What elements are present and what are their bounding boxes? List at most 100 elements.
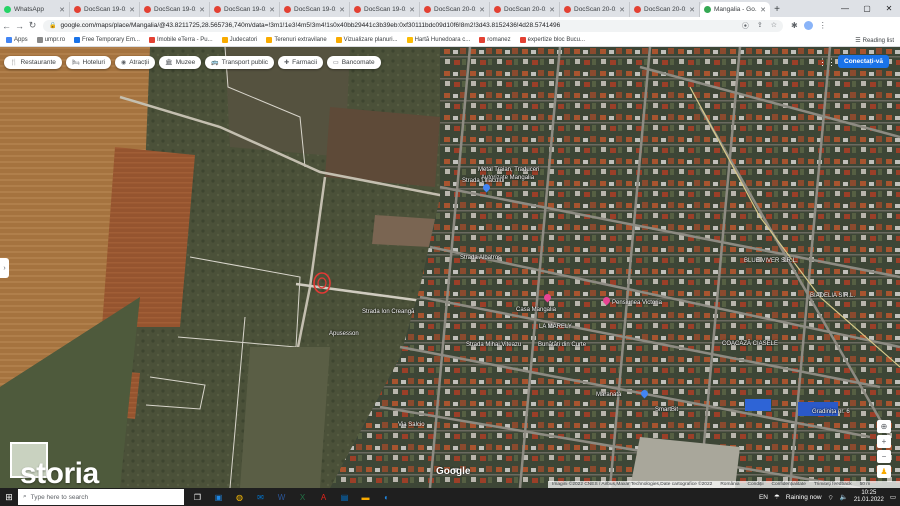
address-bar[interactable]: 🔒 google.com/maps/place/Mangalia/@43.821… [43, 19, 783, 32]
network-icon[interactable]: ⌔ [828, 493, 834, 502]
tab-close-icon[interactable]: ✕ [129, 6, 135, 14]
bookmark-item[interactable]: Hartă Hunedoara c... [406, 37, 470, 43]
location-icon[interactable]: ⦿ [742, 21, 749, 31]
bookmark-item[interactable]: Apps [6, 37, 28, 43]
forward-icon[interactable]: → [13, 18, 26, 33]
map-place-label[interactable]: Maranata [596, 392, 621, 398]
tab-close-icon[interactable]: ✕ [339, 6, 345, 14]
new-tab-button[interactable]: + [770, 2, 784, 17]
language-indicator[interactable]: EN [759, 494, 768, 501]
tab-close-icon[interactable]: ✕ [269, 6, 275, 14]
windows-start-icon[interactable]: ⊞ [0, 488, 18, 506]
browser-tab[interactable]: DocScan 19-01 ✕ [70, 2, 140, 17]
chip-restaurante[interactable]: 🍴 Restaurante [4, 56, 62, 69]
back-icon[interactable]: ← [0, 18, 13, 33]
zoom-in-button[interactable]: + [877, 435, 891, 448]
edge-icon[interactable]: ◐ [379, 490, 394, 505]
acrobat-icon[interactable]: A [316, 490, 331, 505]
chrome-icon[interactable]: ◍ [232, 490, 247, 505]
bookmark-item[interactable]: Vizualizare planuri... [335, 37, 398, 43]
mail-icon[interactable]: ✉ [253, 490, 268, 505]
browser-tab[interactable]: DocScan 19-01 ✕ [280, 2, 350, 17]
share-icon[interactable]: ⇪ [757, 21, 763, 31]
tab-close-icon[interactable]: ✕ [479, 6, 485, 14]
sign-in-button[interactable]: Conectați-vă [838, 55, 890, 68]
weather-text[interactable]: Raining now [786, 494, 822, 501]
browser-tab[interactable]: DocScan 19-01 ✕ [140, 2, 210, 17]
attribution-item[interactable]: 50 m [860, 482, 871, 487]
taskbar-search[interactable]: ⌕ Type here to search [18, 489, 184, 505]
browser-tab[interactable]: DocScan 20-01 ✕ [490, 2, 560, 17]
bookmark-item[interactable]: Terenuri extravilane [266, 37, 327, 43]
store-icon[interactable]: ▤ [337, 490, 352, 505]
map-place-label[interactable]: Strada Ion Creangă [362, 309, 414, 315]
map-place-label[interactable]: Metal Traian, Traduceri [478, 167, 539, 173]
word-icon[interactable]: W [274, 490, 289, 505]
map-place-label[interactable]: Gradinița nr. 6 [812, 409, 850, 415]
attribution-item[interactable]: Condiții [748, 482, 764, 487]
map-place-label[interactable]: Strada Mihai Viteazu [466, 342, 521, 348]
chip-farmacii[interactable]: ✚ Farmacii [278, 56, 324, 69]
bookmark-item[interactable]: expertize bloc Bucu... [519, 37, 585, 43]
chip-transport-public[interactable]: 🚌 Transport public [205, 56, 275, 69]
task-view-icon[interactable]: ❐ [190, 490, 205, 505]
browser-tab[interactable]: DocScan 20-01 ✕ [560, 2, 630, 17]
tab-close-icon[interactable]: ✕ [619, 6, 625, 14]
map-place-label[interactable]: Bunătăți din Curte [538, 342, 586, 348]
bookmark-item[interactable]: Free Temporary Em... [74, 37, 140, 43]
map-place-label[interactable]: COACAZĂ CIASELE [722, 341, 778, 347]
map-place-label[interactable]: Strada Albatros [460, 255, 501, 261]
map-place-label[interactable]: BIADELIA S.R.L. [810, 293, 855, 299]
chip-bancomate[interactable]: ▭ Bancomate [327, 56, 381, 69]
tab-close-icon[interactable]: ✕ [549, 6, 555, 14]
tab-close-icon[interactable]: ✕ [689, 6, 695, 14]
collapse-panel-toggle[interactable]: › [0, 258, 9, 278]
attribution-item[interactable]: România [720, 482, 739, 487]
bookmark-item[interactable]: Imobile eTerra - Pu... [148, 37, 213, 43]
tab-close-icon[interactable]: ✕ [199, 6, 205, 14]
zoom-out-button[interactable]: − [877, 450, 891, 463]
excel-icon[interactable]: X [295, 490, 310, 505]
attribution-item[interactable]: Trimiteți feedback [814, 482, 852, 487]
browser-tab[interactable]: DocScan 19-01 ✕ [210, 2, 280, 17]
clock[interactable]: 10:25 21.01.2022 [854, 490, 884, 504]
map-place-label[interactable]: Pensiunea Victoria [612, 300, 662, 306]
volume-icon[interactable]: 🔈 [840, 493, 848, 501]
map-place-label[interactable]: Strada Liliacului [462, 178, 504, 184]
extensions-icon[interactable]: ✱ [791, 21, 798, 30]
map-place-label[interactable]: SmartBit [655, 407, 678, 413]
satellite-map[interactable]: 🍴 Restaurante 🛏 Hoteluri ◉ Atracții 🏛 Muzee 🚌 Tra… [0, 47, 900, 488]
media-icon[interactable]: ▣ [211, 490, 226, 505]
menu-kebab-icon[interactable]: ⋮ [819, 21, 827, 30]
bookmark-star-icon[interactable]: ☆ [771, 21, 777, 31]
folder-icon[interactable]: ▬ [358, 490, 373, 505]
browser-tab[interactable]: DocScan 20-01 ✕ [420, 2, 490, 17]
chip-atracții[interactable]: ◉ Atracții [114, 56, 156, 69]
reload-icon[interactable]: ↻ [26, 18, 39, 33]
map-place-label[interactable]: BLUE VIVER S.R.L. [744, 258, 798, 264]
tab-close-icon[interactable]: ✕ [409, 6, 415, 14]
profile-avatar[interactable] [803, 21, 813, 30]
browser-tab[interactable]: Mangalia - Go... ✕ [700, 2, 770, 17]
chip-muzee[interactable]: 🏛 Muzee [159, 56, 202, 69]
tab-close-icon[interactable]: ✕ [59, 6, 65, 14]
map-place-label[interactable]: LA MARELY [539, 324, 572, 330]
notifications-icon[interactable]: ▭ [890, 493, 896, 501]
minimize-icon[interactable]: — [834, 0, 856, 17]
maximize-icon[interactable]: ▢ [856, 0, 878, 17]
attribution-item[interactable]: Confidențialitate [772, 482, 806, 487]
reading-list[interactable]: ☰ Reading list [855, 34, 894, 47]
browser-tab[interactable]: DocScan 20-01 ✕ [630, 2, 700, 17]
pegman-icon[interactable]: ♟ [877, 465, 891, 478]
browser-tab[interactable]: WhatsApp ✕ [0, 2, 70, 17]
map-place-label[interactable]: Casa Mangalia [516, 307, 556, 313]
browser-tab[interactable]: DocScan 19-01 ✕ [350, 2, 420, 17]
bookmark-item[interactable]: umpr.ro [36, 37, 65, 43]
map-place-label[interactable]: Via Salcio [398, 422, 425, 428]
bookmark-item[interactable]: romanez [479, 37, 511, 43]
chip-hoteluri[interactable]: 🛏 Hoteluri [65, 56, 111, 69]
tab-close-icon[interactable]: ✕ [760, 6, 766, 14]
bookmark-item[interactable]: Judecatori [221, 37, 257, 43]
map-place-label[interactable]: Apusesson [329, 331, 359, 337]
compass-icon[interactable]: ⊕ [877, 420, 891, 433]
